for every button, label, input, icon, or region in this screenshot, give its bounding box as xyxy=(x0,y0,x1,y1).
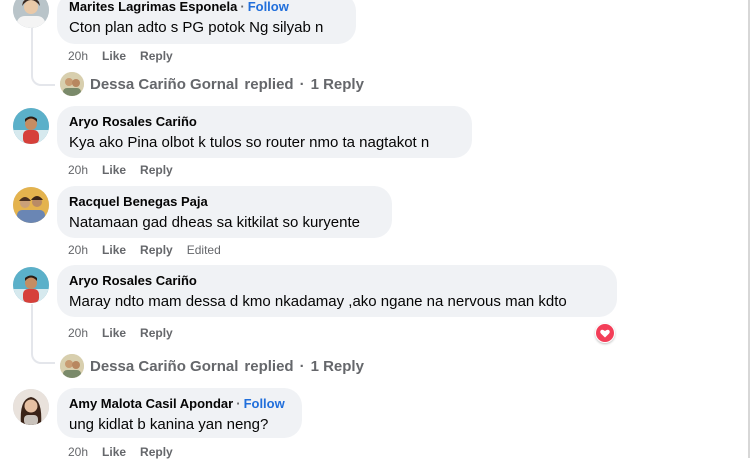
reply-count: 1 Reply xyxy=(310,75,364,93)
edited-label: Edited xyxy=(186,243,221,257)
separator-dot: · xyxy=(240,0,245,14)
comment-author-line: Aryo Rosales Cariño xyxy=(69,273,605,289)
thread-line xyxy=(31,28,33,74)
comment-author-line: Marites Lagrimas Esponela · Follow xyxy=(69,0,344,15)
reply-count: 1 Reply xyxy=(310,357,364,375)
like-button[interactable]: Like xyxy=(102,445,126,459)
comment-text: Cton plan adto s PG potok Ng silyab n xyxy=(69,19,324,36)
comment-bubble: Racquel Benegas Paja Natamaan gad dheas … xyxy=(57,186,392,238)
like-button[interactable]: Like xyxy=(102,49,126,63)
separator-dot: · xyxy=(299,75,305,93)
avatar xyxy=(60,72,84,96)
follow-button[interactable]: Follow xyxy=(248,0,289,14)
comment-text: Kya ako Pina olbot k tulos so router nmo… xyxy=(69,134,430,151)
separator-dot: · xyxy=(299,357,305,375)
separator-dot: · xyxy=(236,396,241,411)
avatar[interactable] xyxy=(13,0,49,28)
like-button[interactable]: Like xyxy=(102,326,126,340)
reply-button[interactable]: Reply xyxy=(140,49,173,63)
comment-text: Maray ndto mam dessa d kmo nkadamay ,ako… xyxy=(69,293,567,310)
comment-author-line: Amy Malota Casil Apondar · Follow xyxy=(69,396,290,412)
comment-text: Natamaan gad dheas sa kitkilat so kuryen… xyxy=(69,214,360,231)
thread-connector xyxy=(31,348,55,364)
comment-time[interactable]: 20h xyxy=(68,326,88,340)
reply-author: Dessa Cariño Gornal xyxy=(90,357,239,375)
author-name[interactable]: Racquel Benegas Paja xyxy=(69,194,208,209)
follow-button[interactable]: Follow xyxy=(244,396,285,411)
comment-time[interactable]: 20h xyxy=(68,163,88,177)
reply-button[interactable]: Reply xyxy=(140,326,173,340)
comment-bubble: Aryo Rosales Cariño Maray ndto mam dessa… xyxy=(57,265,617,317)
view-replies-button[interactable]: Dessa Cariño Gornal replied · 1 Reply xyxy=(60,72,364,96)
like-button[interactable]: Like xyxy=(102,163,126,177)
heart-reaction-icon[interactable] xyxy=(595,323,615,343)
comment-actions: 20h Like Reply xyxy=(68,326,173,340)
reply-author: Dessa Cariño Gornal xyxy=(90,75,239,93)
reply-button[interactable]: Reply xyxy=(140,243,173,257)
like-button[interactable]: Like xyxy=(102,243,126,257)
avatar[interactable] xyxy=(13,389,49,425)
comment-actions: 20h Like Reply Edited xyxy=(68,243,221,257)
thread-connector xyxy=(31,70,55,86)
avatar[interactable] xyxy=(13,108,49,144)
avatar xyxy=(60,354,84,378)
comment-bubble: Amy Malota Casil Apondar · Follow ung kidl… xyxy=(57,388,302,438)
author-name[interactable]: Aryo Rosales Cariño xyxy=(69,273,197,288)
author-name[interactable]: Marites Lagrimas Esponela xyxy=(69,0,237,14)
view-replies-button[interactable]: Dessa Cariño Gornal replied · 1 Reply xyxy=(60,354,364,378)
comment-time[interactable]: 20h xyxy=(68,243,88,257)
author-name[interactable]: Amy Malota Casil Apondar xyxy=(69,396,233,411)
comment-actions: 20h Like Reply xyxy=(68,445,173,459)
comment-author-line: Aryo Rosales Cariño xyxy=(69,114,460,130)
reply-suffix: replied xyxy=(244,75,294,93)
comment-author-line: Racquel Benegas Paja xyxy=(69,194,380,210)
comment-text: ung kidlat b kanina yan neng? xyxy=(69,416,269,433)
reply-button[interactable]: Reply xyxy=(140,163,173,177)
thread-line xyxy=(31,304,33,352)
comment-actions: 20h Like Reply xyxy=(68,49,173,63)
reply-button[interactable]: Reply xyxy=(140,445,173,459)
reply-suffix: replied xyxy=(244,357,294,375)
author-name[interactable]: Aryo Rosales Cariño xyxy=(69,114,197,129)
avatar[interactable] xyxy=(13,267,49,303)
avatar[interactable] xyxy=(13,187,49,223)
comment-time[interactable]: 20h xyxy=(68,49,88,63)
comment-bubble: Aryo Rosales Cariño Kya ako Pina olbot k… xyxy=(57,106,472,158)
comment-actions: 20h Like Reply xyxy=(68,163,173,177)
comment-bubble: Marites Lagrimas Esponela · Follow Cton pl… xyxy=(57,0,356,44)
comment-time[interactable]: 20h xyxy=(68,445,88,459)
